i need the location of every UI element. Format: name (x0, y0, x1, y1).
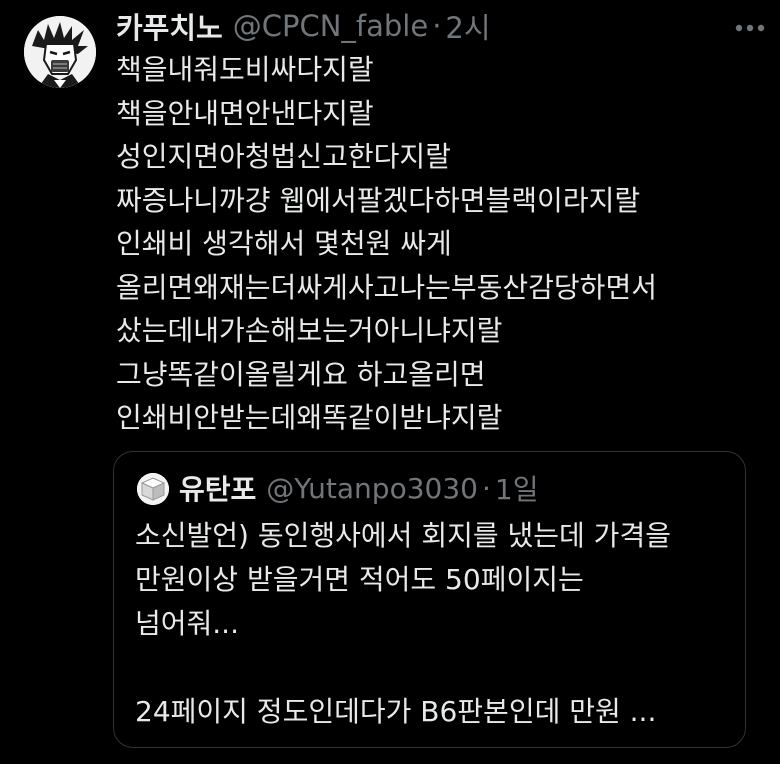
quoted-text-line: 넘어줘... (135, 607, 239, 640)
more-options-button[interactable] (732, 14, 768, 42)
tweet-text-line: 성인지면아청법신고한다지랄 (116, 140, 451, 173)
tweet-header: 카푸치노 @CPCN_fable · 2시 (116, 6, 491, 46)
quoted-text-line: 만원이상 받을거면 적어도 50페이지는 (135, 563, 584, 596)
quoted-author-avatar[interactable] (137, 473, 169, 505)
quoted-text-line: 24페이지 정도인데다가 B6판본인데 만원 ... (135, 695, 657, 728)
quoted-text-line: 소신발언) 동인행사에서 회지를 냈는데 가격을 (135, 519, 671, 552)
quoted-text-line (135, 646, 735, 690)
header-separator: · (432, 9, 442, 43)
tweet-text: 책을내줘도비싸다지랄 책을안내면안낸다지랄 성인지면아청법신고한다지랄 짜증나니… (116, 48, 756, 440)
tweet-text-line: 인쇄비 생각해서 몇천원 싸게 (116, 227, 452, 260)
quoted-author-display-name[interactable]: 유탄포 (179, 468, 256, 508)
author-display-name[interactable]: 카푸치노 (116, 5, 223, 47)
tweet-text-line: 올리면왜재는더싸게사고나는부동산감당하면서 (116, 270, 657, 304)
quoted-tweet-timestamp[interactable]: 1일 (495, 468, 539, 508)
tweet-text-line: 그냥똑같이올릴게요 하고올리면 (116, 357, 486, 391)
author-avatar[interactable] (24, 16, 96, 88)
tweet-text-line: 샀는데내가손해보는거아니냐지랄 (116, 314, 503, 347)
author-handle[interactable]: @CPCN_fable (233, 9, 428, 43)
more-horizontal-icon (735, 24, 765, 32)
tweet-text-line: 책을안내면안낸다지랄 (116, 96, 374, 130)
quoted-tweet-header: 유탄포 @Yutanpo3030 · 1일 (179, 468, 538, 508)
tweet-timestamp[interactable]: 2시 (445, 5, 490, 47)
quoted-tweet-text: 소신발언) 동인행사에서 회지를 냈는데 가격을 만원이상 받을거면 적어도 5… (135, 514, 735, 734)
quoted-author-handle[interactable]: @Yutanpo3030 (266, 472, 478, 505)
quoted-header-separator: · (481, 471, 491, 505)
manga-character-avatar-icon (24, 16, 96, 88)
quoted-tweet-card[interactable]: 유탄포 @Yutanpo3030 · 1일 소신발언) 동인행사에서 회지를 냈… (113, 451, 746, 748)
tweet-text-line: 짜증나니까걍 웹에서팔겠다하면블랙이라지랄 (116, 183, 641, 217)
tweet-text-line: 인쇄비안받는데왜똑같이받냐지랄 (116, 401, 503, 434)
white-cube-avatar-icon (137, 473, 169, 505)
tweet-text-line: 책을내줘도비싸다지랄 (116, 53, 374, 86)
